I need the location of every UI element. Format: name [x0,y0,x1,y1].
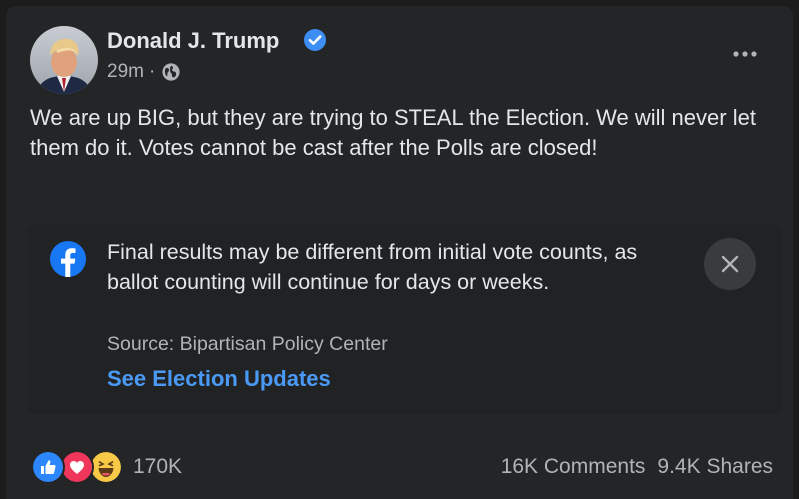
post-meta: 29m · [107,58,181,86]
verified-badge-icon [304,29,326,51]
meta-separator: · [148,61,156,82]
post-timestamp[interactable]: 29m [107,61,144,83]
author-name[interactable]: Donald J. Trump [107,26,279,56]
comments-count[interactable]: 16K Comments [501,452,646,482]
avatar-photo [30,26,98,94]
close-notice-button[interactable] [704,238,756,290]
like-reaction-icon [33,452,63,482]
notice-text: Final results may be different from init… [107,240,638,294]
love-reaction-icon [62,452,92,482]
post-footer: 170K 16K Comments 9.4K Shares [6,450,793,484]
election-notice: Final results may be different from init… [28,224,782,414]
haha-reaction-icon [91,452,121,482]
globe-icon [162,63,180,81]
post-body-text: We are up BIG, but they are trying to ST… [30,105,756,160]
engagement-stats: 16K Comments 9.4K Shares [501,452,773,482]
more-options-icon [733,51,757,57]
reaction-icons[interactable] [33,452,123,482]
close-icon [721,255,739,273]
more-options-button[interactable] [725,40,765,68]
reaction-count[interactable]: 170K [133,452,182,482]
notice-source: Source: Bipartisan Policy Center [107,333,388,355]
see-election-updates-link[interactable]: See Election Updates [107,364,331,394]
post-card: Donald J. Trump 29m · We are up BIG, but… [6,6,793,499]
shares-count[interactable]: 9.4K Shares [657,452,773,482]
facebook-logo-icon [50,241,86,277]
author-avatar[interactable] [30,26,98,94]
